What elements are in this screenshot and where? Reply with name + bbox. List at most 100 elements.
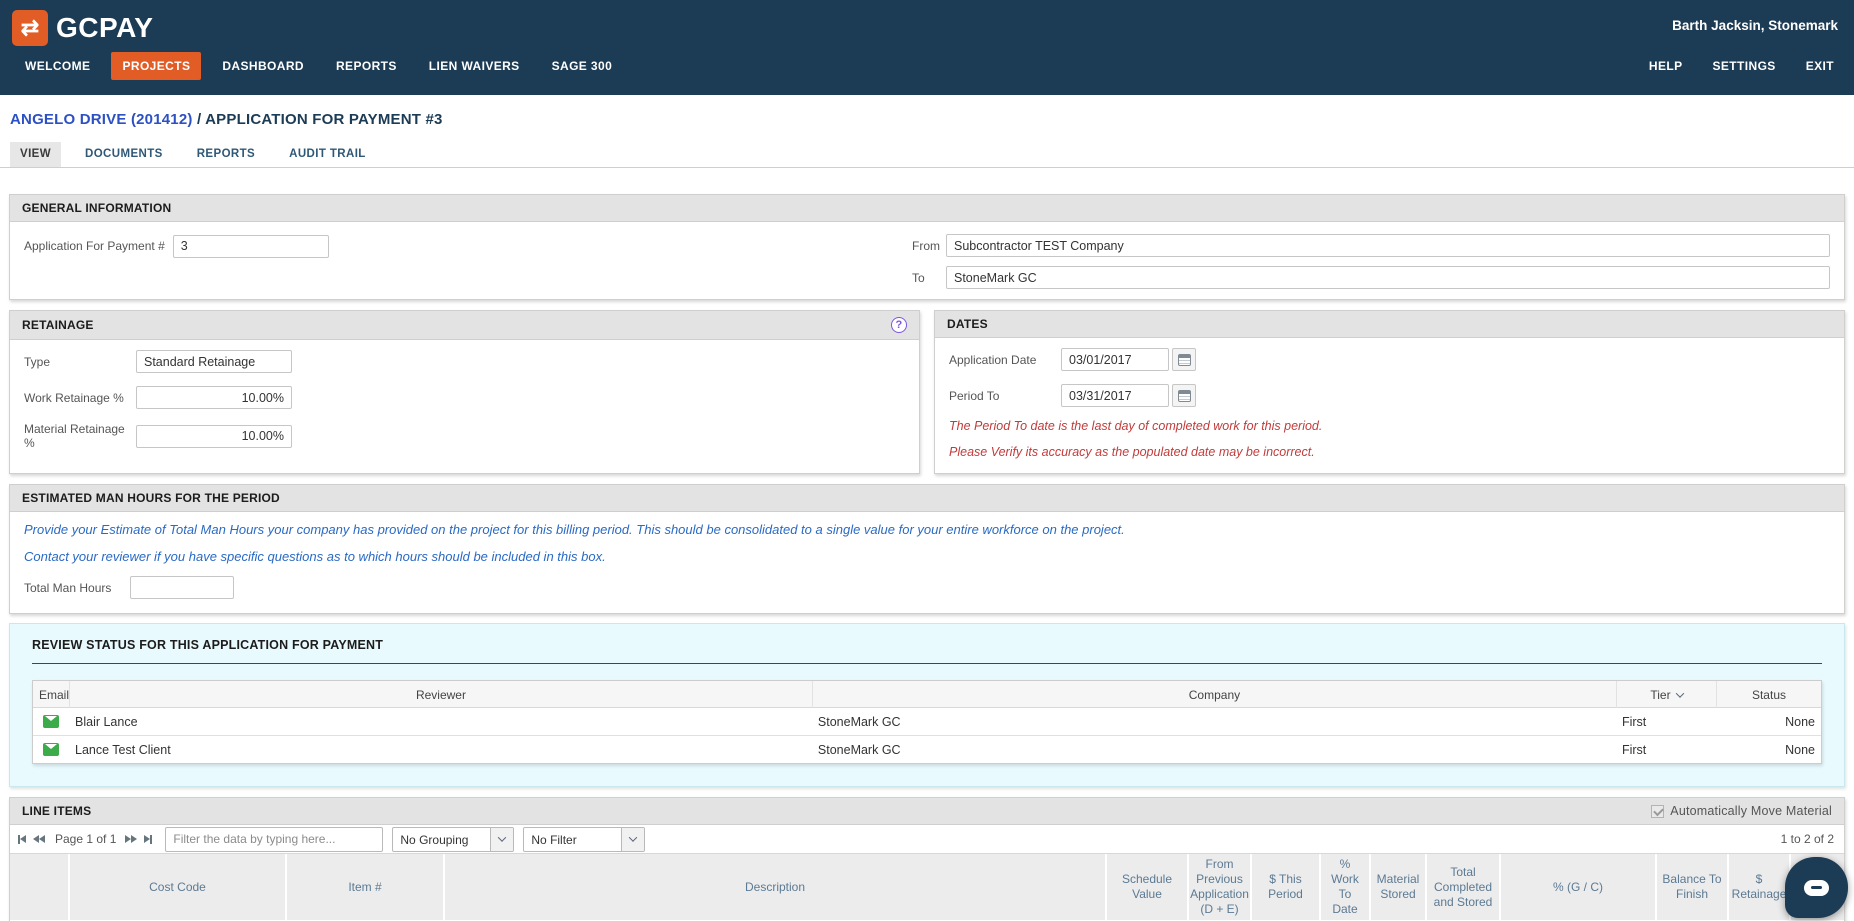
tab-bar: VIEW DOCUMENTS REPORTS AUDIT TRAIL (0, 128, 1854, 168)
nav-item-dashboard[interactable]: DASHBOARD (211, 52, 315, 80)
retainage-type-label: Type (24, 354, 51, 369)
envelope-icon[interactable] (43, 743, 59, 756)
period-warning-line1: The Period To date is the last day of co… (949, 419, 1323, 433)
to-field[interactable] (946, 266, 1830, 289)
col-retainage-amount: $ Retainage (1729, 854, 1791, 920)
dates-title: DATES (947, 317, 988, 331)
range-text: 1 to 2 of 2 (1780, 832, 1834, 846)
nav-right: HELP SETTINGS EXIT (1623, 52, 1838, 80)
tab-reports[interactable]: REPORTS (187, 142, 265, 167)
pager-next-button[interactable] (125, 835, 138, 843)
tab-audit-trail[interactable]: AUDIT TRAIL (279, 142, 376, 167)
col-this-period: $ This Period (1252, 854, 1321, 920)
reviewer-company: StoneMark GC (817, 714, 901, 729)
nav-item-welcome[interactable]: WELCOME (14, 52, 101, 80)
period-to-calendar-button[interactable] (1172, 384, 1196, 407)
dates-panel: DATES Application Date Period To (934, 310, 1845, 474)
dates-header: DATES (935, 311, 1844, 338)
line-items-toolbar: Page 1 of 1 No Grouping No Filter 1 to 2… (10, 825, 1844, 854)
total-man-hours-field[interactable] (130, 576, 234, 599)
nav-item-settings[interactable]: SETTINGS (1709, 52, 1780, 80)
review-status-title: REVIEW STATUS FOR THIS APPLICATION FOR P… (32, 638, 384, 652)
brand-row: ⇄ GCPAY Barth Jacksin, Stonemark (0, 0, 1854, 46)
filter-select-value: No Filter (531, 832, 577, 847)
work-retainage-label: Work Retainage % (24, 390, 124, 405)
breadcrumb-separator: / (192, 111, 206, 128)
calendar-icon (1177, 353, 1191, 366)
man-hours-title: ESTIMATED MAN HOURS FOR THE PERIOD (22, 491, 280, 505)
review-row-2: Lance Test Client StoneMark GC First Non… (33, 736, 1821, 763)
application-date-calendar-button[interactable] (1172, 348, 1196, 371)
tab-documents[interactable]: DOCUMENTS (75, 142, 173, 167)
col-description: Description (445, 854, 1107, 920)
col-cost-code: Cost Code (70, 854, 287, 920)
material-retainage-label: Material Retainage % (24, 422, 125, 450)
from-field[interactable] (946, 234, 1830, 257)
application-date-field[interactable] (1061, 348, 1169, 371)
main-nav: WELCOME PROJECTS DASHBOARD REPORTS LIEN … (0, 52, 1854, 80)
chat-bubble-button[interactable] (1785, 857, 1848, 918)
material-retainage-field[interactable] (136, 424, 292, 448)
man-hours-instruction-2: Contact your reviewer if you have specif… (24, 549, 606, 564)
to-label: To (912, 270, 925, 285)
col-schedule-value: Schedule Value (1107, 854, 1189, 920)
chat-bubble-icon (1804, 879, 1829, 896)
pager-page-text: Page 1 of 1 (55, 832, 117, 846)
period-to-field[interactable] (1061, 384, 1169, 407)
user-name: Barth Jacksin, Stonemark (1672, 18, 1838, 33)
review-status-panel: REVIEW STATUS FOR THIS APPLICATION FOR P… (9, 623, 1845, 787)
review-status-table: Email Reviewer Company Tier Status Blair… (32, 680, 1822, 764)
filter-input[interactable] (165, 826, 384, 852)
nav-item-reports[interactable]: REPORTS (325, 52, 408, 80)
general-information-header: GENERAL INFORMATION (10, 195, 1844, 222)
logo-text: GCPAY (56, 12, 154, 43)
chevron-down-icon (498, 833, 507, 842)
line-items-title: LINE ITEMS (22, 804, 92, 818)
nav-item-projects[interactable]: PROJECTS (111, 52, 202, 80)
pager-first-button[interactable] (18, 834, 26, 844)
nav-item-help[interactable]: HELP (1645, 52, 1687, 80)
nav-item-sage-300[interactable]: SAGE 300 (541, 52, 624, 80)
envelope-icon[interactable] (43, 715, 59, 728)
exchange-arrows-icon: ⇄ (20, 15, 40, 40)
col-total-completed: Total Completed and Stored (1427, 854, 1501, 920)
help-question-icon[interactable] (891, 317, 907, 333)
filter-select[interactable]: No Filter (523, 826, 646, 852)
period-warning-line2: Please Verify its accuracy as the popula… (949, 445, 1315, 459)
retainage-type-field[interactable] (136, 350, 292, 373)
app-number-field[interactable] (172, 234, 329, 258)
review-status-divider (32, 663, 1822, 664)
gcpay-logo[interactable]: ⇄ (12, 10, 48, 46)
reviewer-name: Lance Test Client (75, 742, 171, 757)
from-label: From (912, 238, 940, 253)
accessibility-widget-button[interactable] (1, 900, 17, 921)
reviewer-name: Blair Lance (75, 714, 138, 729)
nav-item-lien-waivers[interactable]: LIEN WAIVERS (418, 52, 531, 80)
man-hours-panel: ESTIMATED MAN HOURS FOR THE PERIOD Provi… (9, 484, 1845, 614)
col-tier[interactable]: Tier (1615, 681, 1716, 708)
nav-item-exit[interactable]: EXIT (1802, 52, 1838, 80)
sort-chevron-icon (1675, 688, 1684, 698)
pager-prev-button[interactable] (33, 835, 45, 843)
chevron-down-icon (629, 833, 638, 842)
tab-view[interactable]: VIEW (10, 142, 61, 167)
auto-move-material-checkbox[interactable] (1651, 804, 1665, 818)
col-balance-to-finish: Balance To Finish (1657, 854, 1729, 920)
auto-move-material-label: Automatically Move Material (1670, 804, 1832, 818)
col-reviewer: Reviewer (69, 681, 812, 708)
col-item-number: Item # (287, 854, 445, 920)
application-date-label: Application Date (949, 352, 1037, 367)
general-information-body: Application For Payment # From To (10, 222, 1844, 299)
total-man-hours-label: Total Man Hours (24, 580, 112, 595)
pager: Page 1 of 1 (18, 832, 159, 846)
work-retainage-field[interactable] (136, 386, 292, 409)
col-pct-g-c: % (G / C) (1501, 854, 1657, 920)
pager-last-button[interactable] (144, 834, 153, 844)
breadcrumb-project-link[interactable]: ANGELO DRIVE (201412) (10, 111, 193, 128)
breadcrumb: ANGELO DRIVE (201412) / APPLICATION FOR … (0, 95, 1854, 128)
review-row-1: Blair Lance StoneMark GC First None (33, 708, 1821, 736)
reviewer-company: StoneMark GC (817, 742, 901, 757)
man-hours-header: ESTIMATED MAN HOURS FOR THE PERIOD (10, 485, 1844, 512)
grouping-select[interactable]: No Grouping (392, 826, 515, 852)
col-status: Status (1715, 681, 1821, 708)
